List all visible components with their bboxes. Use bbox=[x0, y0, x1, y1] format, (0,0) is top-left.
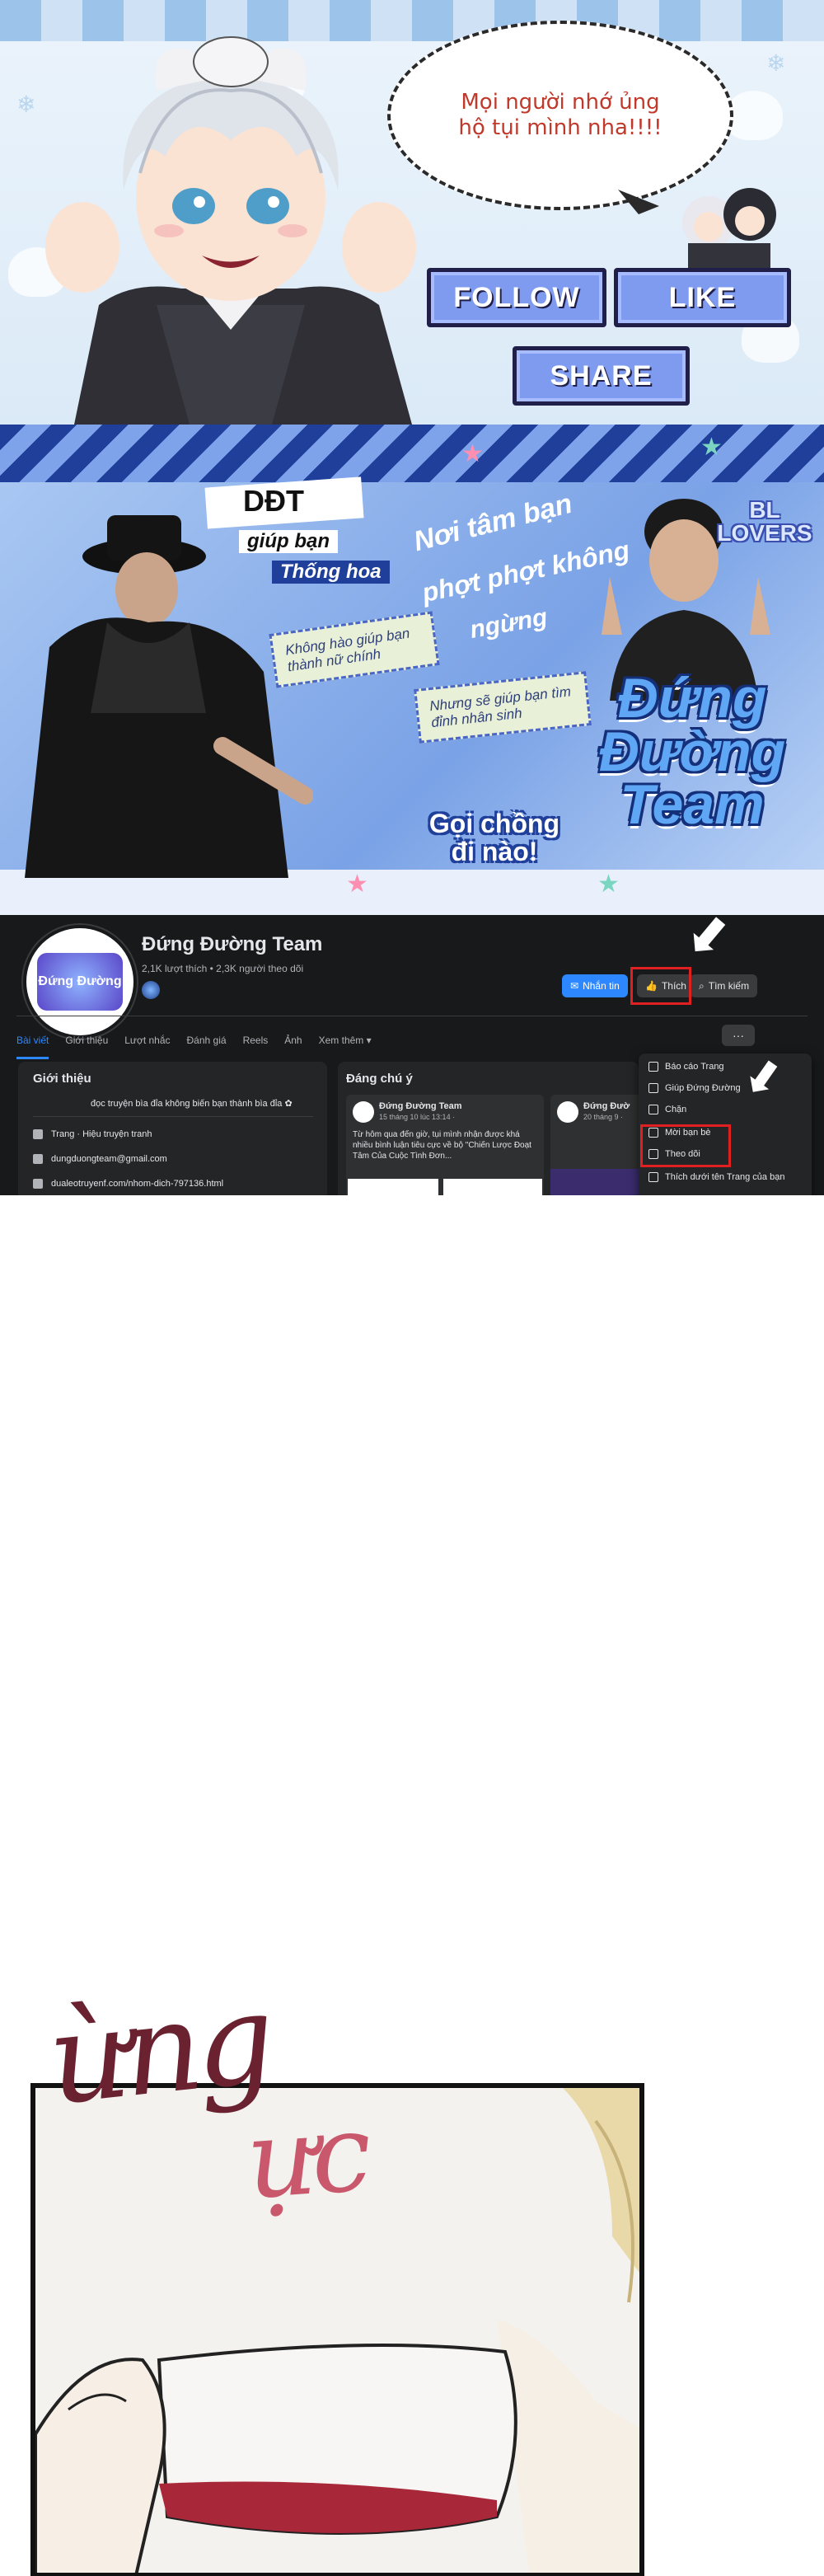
facebook-page-screenshot: Đứng Đường Đứng Đường Team 2,1K lượt thí… bbox=[0, 915, 824, 1195]
mail-icon bbox=[33, 1154, 43, 1164]
post-author[interactable]: Đứng Đườ bbox=[583, 1101, 630, 1111]
link-icon bbox=[33, 1179, 43, 1189]
intro-category: Trang · Hiệu truyện tranh bbox=[33, 1129, 152, 1139]
post-image bbox=[348, 1179, 438, 1195]
tag-giup-ban: giúp bạn bbox=[239, 530, 338, 553]
star-icon: ★ bbox=[700, 434, 723, 461]
block-icon bbox=[648, 1105, 658, 1114]
highlight-box bbox=[640, 1124, 731, 1167]
support-banner: ❄ ❄ ❄ Mọi người nhớ ủng hộ tụi mình nha!… bbox=[0, 0, 824, 425]
star-icon: ★ bbox=[597, 870, 620, 898]
featured-card: Đáng chú ý Đứng Đường Team 15 tháng 10 l… bbox=[338, 1062, 641, 1195]
featured-title: Đáng chú ý bbox=[346, 1072, 413, 1086]
comic-page: ừng ực bbox=[0, 1970, 824, 2576]
star-icon: ★ bbox=[346, 870, 368, 898]
message-label: Nhắn tin bbox=[583, 980, 620, 992]
anime-boy-illustration bbox=[45, 36, 416, 425]
post-date: 20 tháng 9 · bbox=[583, 1113, 624, 1121]
website-link[interactable]: dualeotruyenf.com/nhom-dich-797136.html bbox=[51, 1179, 223, 1189]
email-text[interactable]: dungduongteam@gmail.com bbox=[51, 1154, 167, 1164]
search-label: Tìm kiếm bbox=[708, 980, 750, 992]
menu-help-page[interactable]: Giúp Đứng Đường bbox=[648, 1083, 741, 1093]
divider bbox=[33, 1116, 313, 1117]
follow-button[interactable]: FOLLOW bbox=[427, 268, 606, 327]
avatar-logo: Đứng Đường bbox=[37, 953, 123, 1011]
pointer-arrow-icon: ⬇ bbox=[672, 915, 744, 974]
post-image bbox=[550, 1169, 641, 1195]
tab-reviews[interactable]: Đánh giá bbox=[187, 1026, 227, 1059]
flag-icon bbox=[648, 1062, 658, 1072]
tab-posts[interactable]: Bài viết bbox=[16, 1026, 49, 1059]
menu-label: Thích dưới tên Trang của bạn bbox=[665, 1172, 785, 1182]
sound-effect-text: ực bbox=[242, 2090, 371, 2223]
info-icon bbox=[33, 1129, 43, 1139]
post-avatar bbox=[557, 1101, 578, 1123]
menu-block[interactable]: Chặn bbox=[648, 1105, 686, 1114]
tag-ddt: DĐT bbox=[243, 484, 304, 518]
post-image bbox=[443, 1179, 542, 1195]
page-tabs: Bài viết Giới thiệu Lượt nhắc Đánh giá R… bbox=[16, 1026, 372, 1059]
follower-avatar[interactable] bbox=[142, 981, 160, 999]
search-icon: ⌕ bbox=[699, 979, 705, 992]
menu-label: Báo cáo Trang bbox=[665, 1062, 724, 1072]
sound-effect-text: ừng bbox=[42, 1970, 275, 2133]
tab-about[interactable]: Giới thiệu bbox=[65, 1026, 108, 1059]
page-name: Đứng Đường Team bbox=[142, 933, 323, 955]
intro-card: Giới thiệu đọc truyện bìa đỉa không biến… bbox=[18, 1062, 327, 1195]
tab-photos[interactable]: Ảnh bbox=[284, 1026, 302, 1059]
menu-like-as-page[interactable]: Thích dưới tên Trang của bạn bbox=[648, 1172, 784, 1182]
cat-pattern bbox=[725, 91, 783, 140]
call-text: Gọi chồng đi nào! bbox=[428, 809, 560, 866]
category-text: Trang · Hiệu truyện tranh bbox=[51, 1129, 152, 1139]
intro-email: dungduongteam@gmail.com bbox=[33, 1154, 167, 1164]
menu-label: Giúp Đứng Đường bbox=[665, 1083, 741, 1093]
featured-post[interactable]: Đứng Đườ 20 tháng 9 · bbox=[550, 1095, 641, 1195]
snowflake-icon: ❄ bbox=[766, 50, 786, 76]
tab-more[interactable]: Xem thêm ▾ bbox=[319, 1026, 372, 1059]
intro-link: dualeotruyenf.com/nhom-dich-797136.html bbox=[33, 1179, 223, 1189]
intro-title: Giới thiệu bbox=[33, 1072, 91, 1086]
speech-text: Mọi người nhớ ủng hộ tụi mình nha!!!! bbox=[458, 89, 662, 140]
messenger-icon: ✉ bbox=[570, 980, 579, 992]
highlight-box bbox=[630, 967, 691, 1005]
like-button[interactable]: LIKE bbox=[614, 268, 791, 327]
post-date: 15 tháng 10 lúc 13:14 · bbox=[379, 1113, 456, 1121]
thumbs-up-icon bbox=[648, 1172, 658, 1182]
menu-label: Chặn bbox=[665, 1105, 687, 1114]
intro-desc: đọc truyện bìa đỉa không biến bạn thành … bbox=[91, 1099, 293, 1109]
tab-mentions[interactable]: Lượt nhắc bbox=[124, 1026, 170, 1059]
team-banner: ★ ★ ★ ★ DĐT giúp bạn Thống hoa Nơi tâm b… bbox=[0, 425, 824, 915]
tab-reels[interactable]: Reels bbox=[243, 1026, 269, 1059]
page-stats: 2,1K lượt thích • 2,3K người theo dõi bbox=[142, 963, 304, 974]
blank-space bbox=[0, 1195, 824, 1970]
message-button[interactable]: ✉ Nhắn tin bbox=[562, 974, 628, 997]
help-icon bbox=[648, 1083, 658, 1093]
man-in-coat-photo bbox=[25, 515, 313, 878]
page-search-button[interactable]: ⌕ Tìm kiếm bbox=[691, 974, 758, 997]
more-options-button[interactable]: ··· bbox=[722, 1025, 755, 1046]
star-icon: ★ bbox=[461, 440, 484, 467]
tag-thong-hoa: Thống hoa bbox=[272, 561, 390, 584]
post-avatar bbox=[353, 1101, 374, 1123]
team-title: Đứng Đường Team bbox=[598, 667, 786, 837]
post-text: Từ hôm qua đến giờ, tụi mình nhận được k… bbox=[353, 1130, 531, 1161]
page-avatar[interactable]: Đứng Đường bbox=[23, 925, 137, 1039]
share-button[interactable]: SHARE bbox=[513, 346, 690, 406]
menu-report-page[interactable]: Báo cáo Trang bbox=[648, 1062, 724, 1072]
chibi-couple-illustration bbox=[618, 188, 776, 272]
featured-post[interactable]: Đứng Đường Team 15 tháng 10 lúc 13:14 · … bbox=[346, 1095, 544, 1195]
post-author[interactable]: Đứng Đường Team bbox=[379, 1101, 462, 1111]
bl-lovers-label: BL LOVERS bbox=[717, 497, 812, 546]
